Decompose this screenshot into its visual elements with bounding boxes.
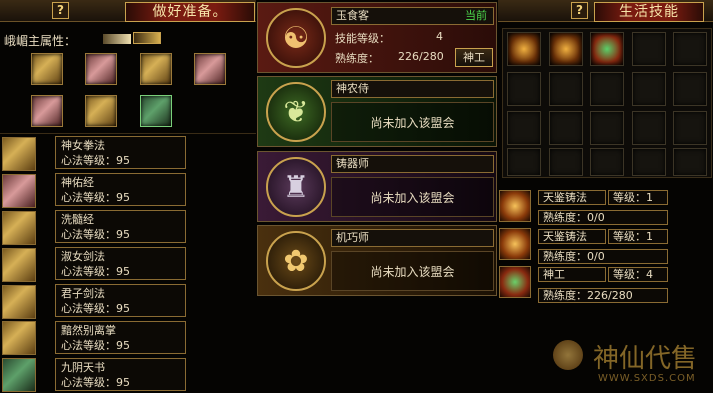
left-banner: 做好准备。 [125, 2, 255, 22]
mechanic-emblem-icon: ✿ [266, 231, 326, 291]
grid-slot[interactable] [590, 32, 624, 66]
profession-card-4[interactable]: ✿ 机巧师 尚未加入该盟会 [257, 225, 497, 296]
recipe-proficiency-3: 熟练度：226/280 [538, 288, 668, 303]
shengong-button[interactable]: 神工 [455, 48, 493, 67]
profession-card-3[interactable]: ♜ 铸器师 尚未加入该盟会 [257, 151, 497, 222]
skill-level: 心法等级：95 [61, 154, 130, 167]
skill-row-3[interactable]: 洗髓经 心法等级：95 [55, 210, 186, 243]
grid-slot[interactable] [507, 148, 541, 176]
recipe-level-2: 等级：1 [608, 229, 668, 244]
skill-row-7[interactable]: 九阴天书 心法等级：95 [55, 358, 186, 391]
grid-slot[interactable] [549, 72, 583, 106]
recipe-level-1: 等级：1 [608, 190, 668, 205]
not-joined-message: 尚未加入该盟会 [331, 102, 494, 142]
herb-emblem-icon: ❦ [266, 82, 326, 142]
right-help-button[interactable]: ? [571, 2, 588, 19]
skill-icon-1[interactable] [2, 137, 36, 171]
grid-slot[interactable] [632, 32, 666, 66]
grid-slot[interactable] [632, 111, 666, 145]
recipe-name-2: 天鉴铸法 [538, 229, 606, 244]
skill-level: 心法等级：95 [61, 265, 130, 278]
skill-row-5[interactable]: 君子剑法 心法等级：95 [55, 284, 186, 317]
skill-icon-6[interactable] [2, 321, 36, 355]
skill-icon-4[interactable] [2, 248, 36, 282]
grid-slot[interactable] [632, 72, 666, 106]
proficiency-label: 熟练度： [335, 52, 379, 65]
skill-level-label: 技能等级： [335, 32, 390, 45]
attr-skill-icon-5[interactable] [31, 95, 63, 127]
grid-slot[interactable] [590, 148, 624, 176]
skill-name: 淑女剑法 [61, 250, 105, 263]
skill-level: 心法等级：95 [61, 228, 130, 241]
right-banner: 生活技能 [594, 2, 704, 22]
chef-emblem-icon: ☯ [266, 8, 326, 68]
skill-level: 心法等级：95 [61, 339, 130, 352]
proficiency-value: 226/280 [398, 50, 444, 63]
skill-row-1[interactable]: 神女拳法 心法等级：95 [55, 136, 186, 169]
left-divider [0, 133, 256, 134]
skill-row-2[interactable]: 神佑经 心法等级：95 [55, 173, 186, 206]
recipe-level-3: 等级：4 [608, 267, 668, 282]
grid-slot[interactable] [549, 148, 583, 176]
skill-name: 君子剑法 [61, 287, 105, 300]
skill-icon-7[interactable] [2, 358, 36, 392]
skill-level: 心法等级：95 [61, 302, 130, 315]
grid-slot[interactable] [590, 111, 624, 145]
watermark-brand: 神仙代售 [593, 344, 698, 374]
recipe-name-3: 神工 [538, 267, 606, 282]
grid-slot[interactable] [549, 111, 583, 145]
not-joined-message: 尚未加入该盟会 [331, 251, 494, 291]
skill-icon-2[interactable] [2, 174, 36, 208]
skill-level-value: 4 [436, 30, 443, 43]
profession-name: 铸器师 [331, 155, 494, 173]
attr-bar-icon-2 [133, 32, 161, 44]
profession-name: 神农侍 [331, 80, 494, 98]
skill-row-4[interactable]: 淑女剑法 心法等级：95 [55, 247, 186, 280]
recipe-icon-2[interactable] [499, 228, 531, 260]
left-help-button[interactable]: ? [52, 2, 69, 19]
recipe-icon-3[interactable] [499, 266, 531, 298]
attr-label: 峨嵋主属性： [4, 34, 77, 48]
profession-card-1[interactable]: ☯ 玉食客 当前 技能等级： 4 熟练度： 226/280 神工 [257, 2, 497, 73]
attr-bar-icon [103, 34, 131, 44]
grid-slot[interactable] [507, 72, 541, 106]
watermark-url: WWW.SXDS.COM [598, 373, 696, 384]
attr-skill-icon-6[interactable] [85, 95, 117, 127]
attr-skill-icon-3[interactable] [140, 53, 172, 85]
attr-skill-icon-7[interactable] [140, 95, 172, 127]
recipe-icon-1[interactable] [499, 190, 531, 222]
skill-name: 洗髓经 [61, 213, 94, 226]
grid-slot[interactable] [673, 148, 707, 176]
profession-card-2[interactable]: ❦ 神农侍 尚未加入该盟会 [257, 76, 497, 147]
skill-name: 黯然别离掌 [61, 324, 116, 337]
skill-level: 心法等级：95 [61, 376, 130, 389]
skill-icon-5[interactable] [2, 285, 36, 319]
not-joined-message: 尚未加入该盟会 [331, 177, 494, 217]
attr-skill-icon-2[interactable] [85, 53, 117, 85]
skill-level: 心法等级：95 [61, 191, 130, 204]
attr-skill-icon-4[interactable] [194, 53, 226, 85]
recipe-name-1: 天鉴铸法 [538, 190, 606, 205]
profession-name: 机巧师 [331, 229, 494, 247]
grid-slot[interactable] [632, 148, 666, 176]
skill-icon-3[interactable] [2, 211, 36, 245]
skill-name: 神女拳法 [61, 139, 105, 152]
grid-slot[interactable] [673, 72, 707, 106]
grid-slot[interactable] [673, 111, 707, 145]
grid-slot[interactable] [549, 32, 583, 66]
current-badge: 当前 [465, 9, 487, 22]
grid-slot[interactable] [673, 32, 707, 66]
skill-name: 九阴天书 [61, 361, 105, 374]
profession-name: 玉食客 当前 [331, 7, 494, 25]
grid-slot[interactable] [507, 32, 541, 66]
attr-skill-icon-1[interactable] [31, 53, 63, 85]
recipe-proficiency-1: 熟练度：0/0 [538, 210, 668, 225]
grid-slot[interactable] [590, 72, 624, 106]
skill-row-6[interactable]: 黯然别离掌 心法等级：95 [55, 321, 186, 354]
skill-name: 神佑经 [61, 176, 94, 189]
grid-slot[interactable] [507, 111, 541, 145]
forge-emblem-icon: ♜ [266, 157, 326, 217]
recipe-proficiency-2: 熟练度：0/0 [538, 249, 668, 264]
watermark-logo-icon [553, 340, 583, 370]
